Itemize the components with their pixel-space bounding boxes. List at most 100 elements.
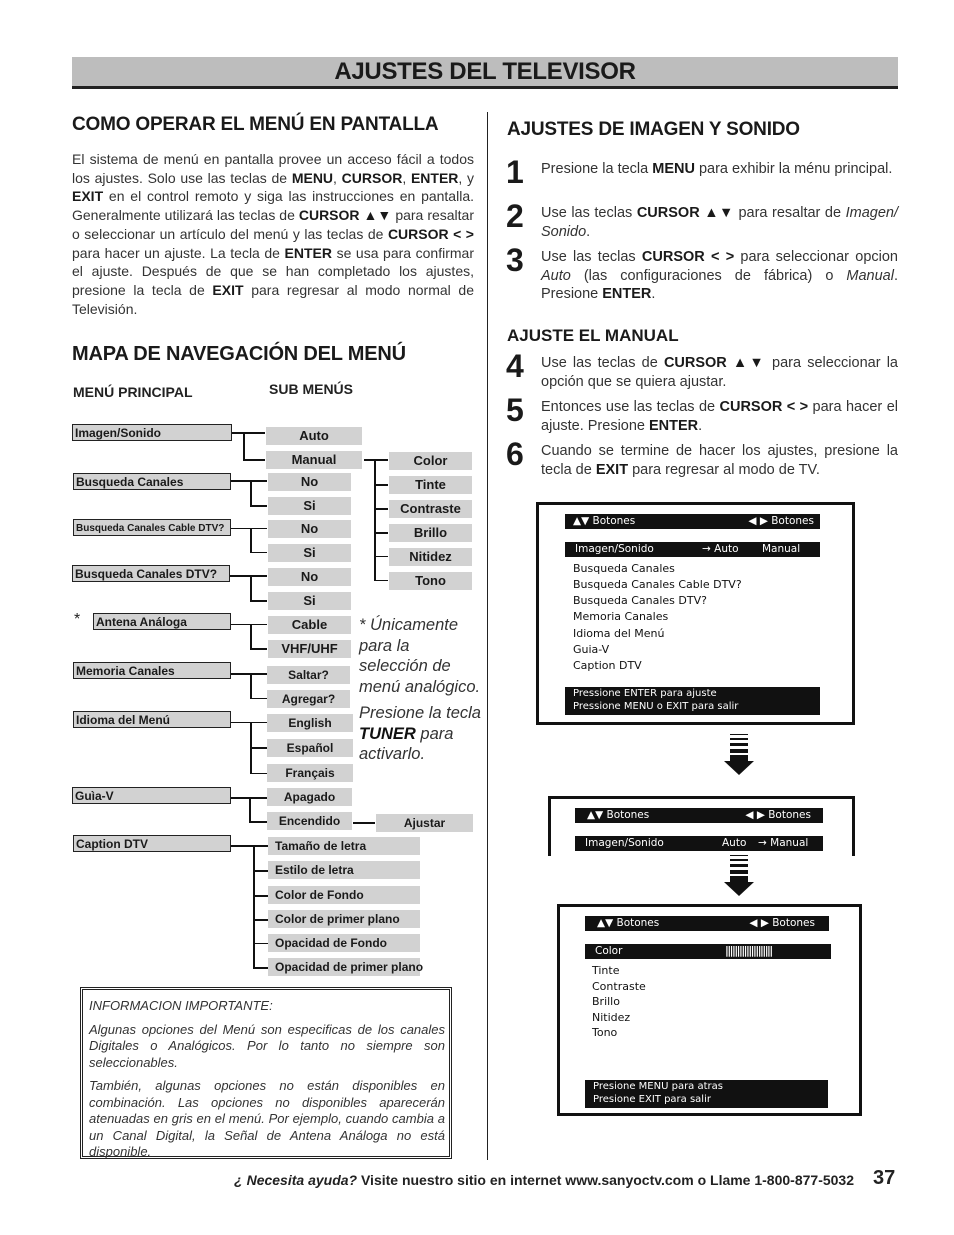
- connector: [249, 821, 267, 823]
- sub-item-espanol: Español: [267, 739, 353, 757]
- screen-menu-item: Busqueda Canales: [573, 562, 675, 575]
- sub-item-opacidad-fondo: Opacidad de Fondo: [268, 934, 420, 952]
- screen-button-bar: ▲▼ Botones ◀ ▶ Botones: [585, 916, 829, 931]
- main-item-guia-v: Guìa-V: [72, 787, 231, 804]
- connector: [374, 508, 388, 510]
- connector: [250, 624, 252, 649]
- down-arrow-icon: [724, 855, 754, 901]
- page-title: AJUSTES DEL TELEVISOR: [334, 58, 636, 85]
- connector: [253, 845, 255, 969]
- sub-item-cable: Cable: [268, 616, 351, 634]
- main-item-antena-analoga: Antena Análoga: [93, 613, 231, 630]
- connector: [250, 480, 252, 506]
- connector: [231, 480, 267, 482]
- info-heading: INFORMACION IMPORTANTE:: [89, 998, 273, 1013]
- screen-menu-item: Nitidez: [592, 1011, 631, 1024]
- tv-screen-manual-selected: ▲▼ Botones ◀ ▶ Botones Imagen/Sonido Aut…: [548, 796, 855, 856]
- sub-item-manual: Manual: [266, 451, 362, 469]
- connector: [253, 967, 268, 969]
- analog-only-note: * Únicamente para la selección de menú a…: [359, 616, 481, 696]
- column-divider: [487, 112, 488, 1160]
- connector: [250, 773, 267, 774]
- connector: [250, 648, 267, 650]
- connector: [250, 698, 267, 699]
- info-paragraph-1: Algunas opciones del Menú son especifica…: [89, 1021, 445, 1070]
- sub-item-vhf-uhf: VHF/UHF: [268, 640, 351, 658]
- operate-menu-paragraph: El sistema de menú en pantalla provee un…: [72, 151, 474, 317]
- sub-item-opacidad-primer-plano: Opacidad de primer plano: [268, 958, 423, 976]
- screen-menu-item: Tinte: [592, 964, 620, 977]
- screen-menu-item: Brillo: [592, 995, 620, 1008]
- screen-button-bar: ▲▼ Botones ◀ ▶ Botones: [565, 514, 820, 529]
- screen-menu-item: Busqueda Canales DTV?: [573, 594, 707, 607]
- page-number: 37: [873, 1167, 896, 1189]
- sub-item-cable-dtv-si: Si: [268, 544, 351, 562]
- help-footer: ¿ Necesita ayuda? Visite nuestro sitio e…: [234, 1172, 854, 1188]
- screen-menu-item: Busqueda Canales Cable DTV?: [573, 578, 742, 591]
- sub-item-estilo-letra: Estilo de letra: [268, 861, 420, 879]
- screen-selected-row: Color ||||||||||||||||||||: [585, 944, 831, 959]
- section-title-operate-menu: COMO OPERAR EL MENÚ EN PANTALLA: [72, 114, 439, 135]
- screen-menu-item: Contraste: [592, 980, 646, 993]
- connector: [231, 673, 267, 675]
- connector: [374, 532, 388, 534]
- connector: [353, 822, 375, 824]
- column-heading-main-menu: MENÚ PRINCIPAL: [73, 384, 193, 400]
- important-info-box: INFORMACION IMPORTANTE: Algunas opciones…: [80, 987, 452, 1159]
- main-item-busqueda-dtv: Busqueda Canales DTV?: [72, 565, 230, 582]
- connector: [250, 747, 267, 749]
- connector: [250, 552, 267, 553]
- connector: [231, 722, 267, 723]
- tv-screen-picture-adjust: ▲▼ Botones ◀ ▶ Botones Color |||||||||||…: [557, 904, 862, 1116]
- main-item-caption-dtv: Caption DTV: [73, 835, 231, 852]
- sub-item-busqueda-no: No: [268, 473, 351, 491]
- screen-footer: Pressione ENTER para ajuste Pressione ME…: [565, 687, 820, 715]
- sub-item-saltar: Saltar?: [267, 666, 350, 684]
- section-title-menu-map: MAPA DE NAVEGACIÓN DEL MENÚ: [72, 343, 406, 365]
- sub-item-agregar: Agregar?: [267, 690, 350, 708]
- sub-item-color-primer-plano: Color de primer plano: [268, 910, 420, 928]
- screen-button-bar: ▲▼ Botones ◀ ▶ Botones: [575, 808, 823, 823]
- sub-item-english: English: [267, 714, 353, 732]
- connector: [250, 528, 252, 553]
- screen-footer: Presione MENU para atras Presione EXIT p…: [585, 1080, 828, 1108]
- sub-item-tamano-letra: Tamaño de letra: [268, 837, 420, 855]
- sub-item-color-fondo: Color de Fondo: [268, 886, 420, 904]
- sub-item-auto: Auto: [266, 427, 362, 445]
- screen-menu-item: Tono: [592, 1026, 618, 1039]
- column-heading-sub-menus: SUB MENÚS: [269, 381, 354, 397]
- tuner-key-note: Presione la tecla TUNER para activarlo.: [359, 704, 481, 763]
- subsection-title-manual: AJUSTE EL MANUAL: [507, 326, 679, 345]
- sub-item-cable-dtv-no: No: [268, 520, 351, 538]
- sub-item-dtv-si: Si: [268, 592, 351, 610]
- section-title-image-sound: AJUSTES DE IMAGEN Y SONIDO: [507, 119, 800, 140]
- down-arrow-icon: [724, 734, 754, 780]
- connector: [250, 673, 252, 699]
- sub-item-francais: Français: [267, 764, 353, 782]
- analog-only-asterisk: *: [74, 611, 81, 628]
- connector: [253, 943, 268, 944]
- sub-item-encendido: Encendido: [267, 812, 352, 830]
- sub-item-busqueda-si: Si: [268, 497, 351, 515]
- screen-selected-row: Imagen/Sonido Auto → Manual: [575, 836, 823, 851]
- sub-item-ajustar: Ajustar: [376, 814, 473, 832]
- info-paragraph-2: También, algunas opciones no están dispo…: [89, 1078, 445, 1159]
- main-item-busqueda-cable-dtv: Busqueda Canales Cable DTV?: [73, 519, 231, 536]
- connector: [231, 624, 267, 625]
- connector: [253, 919, 268, 921]
- main-item-memoria-canales: Memoria Canales: [73, 662, 231, 679]
- tv-screen-main-menu: ▲▼ Botones ◀ ▶ Botones Imagen/Sonido → A…: [536, 502, 855, 725]
- screen-menu-item: Memoria Canales: [573, 610, 669, 623]
- connector: [250, 575, 252, 601]
- connector: [374, 580, 388, 581]
- help-question: ¿ Necesita ayuda?: [234, 1172, 358, 1188]
- connector: [231, 845, 268, 847]
- sub-item-dtv-no: No: [268, 568, 351, 586]
- connector: [374, 484, 388, 486]
- main-item-busqueda-canales: Busqueda Canales: [73, 473, 231, 490]
- sub-item-contraste: Contraste: [389, 500, 472, 518]
- screen-menu-item: Caption DTV: [573, 659, 642, 672]
- connector: [374, 459, 376, 581]
- connector: [232, 432, 265, 434]
- sub-item-nitidez: Nitidez: [389, 548, 472, 566]
